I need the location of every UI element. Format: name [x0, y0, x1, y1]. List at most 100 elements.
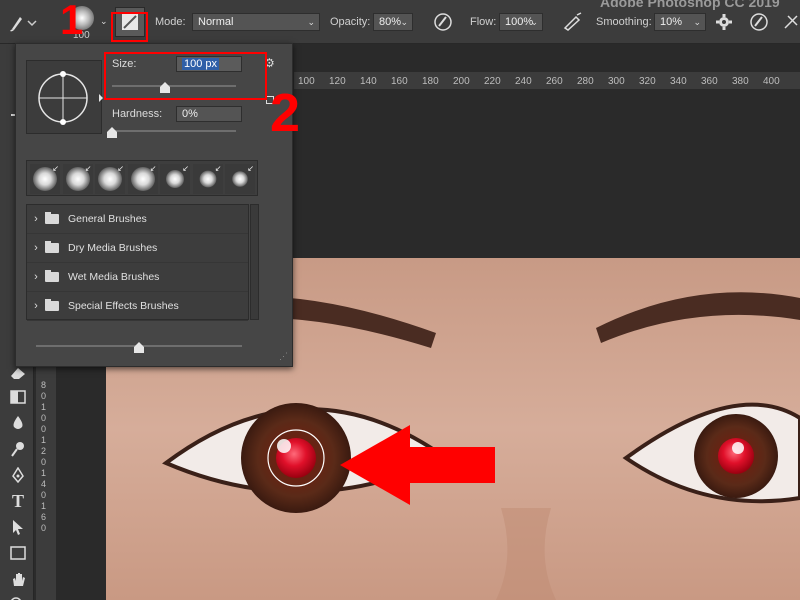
pressure-arrow-icon: ↙ [149, 164, 157, 173]
pressure-arrow-icon: ↙ [214, 164, 222, 173]
gear-icon[interactable] [713, 11, 735, 33]
ruler-tick-label: 240 [515, 76, 532, 87]
gradient-tool-icon[interactable] [7, 386, 29, 408]
smoothing-field[interactable]: 10% ⌄ [654, 13, 706, 31]
ruler-horizontal: 100 120 140 160 180 200 220 240 260 280 300 320 340 3… [294, 72, 800, 90]
flow-field[interactable]: 100% ⌄ [499, 13, 543, 31]
step-2-label: 2 [270, 83, 301, 143]
ruler-tick-label: 0 [41, 490, 47, 500]
ruler-tick-label: 0 [41, 413, 47, 423]
chevron-right-icon[interactable]: › [27, 242, 45, 254]
folder-icon [45, 299, 59, 311]
hand-tool-icon[interactable] [7, 568, 29, 590]
brush-preset-thumb[interactable]: ↙ [95, 164, 125, 194]
soft-round-brush-icon [199, 170, 216, 188]
opacity-field[interactable]: 80% ⌄ [373, 13, 413, 31]
zoom-tool-icon[interactable] [7, 594, 29, 600]
folders-scrollbar[interactable] [250, 204, 259, 320]
ruler-tick-label: 0 [41, 391, 47, 401]
ruler-tick-label: 0 [41, 457, 47, 467]
brush-preset-thumb[interactable]: ↙ [225, 164, 255, 194]
type-tool-icon[interactable]: T [7, 490, 29, 512]
pressure-arrow-icon: ↙ [84, 164, 92, 173]
ruler-tick-label: 160 [391, 76, 408, 87]
opacity-label: Opacity: [330, 16, 371, 28]
brush-folder-item[interactable]: › Dry Media Brushes [27, 234, 248, 263]
brush-folders-list: › General Brushes › Dry Media Brushes › Wet M… [26, 204, 249, 321]
highlight-brush-settings [111, 12, 148, 42]
chevron-down-icon: ⌄ [400, 17, 408, 27]
pen-tool-icon[interactable] [7, 464, 29, 486]
ruler-tick-label: 1 [41, 435, 47, 445]
chevron-right-icon[interactable]: › [27, 271, 45, 283]
ruler-tick-label: 8 [41, 380, 47, 390]
path-selection-tool-icon[interactable] [7, 516, 29, 538]
brush-tool-icon[interactable] [8, 0, 38, 44]
folder-label: Dry Media Brushes [68, 242, 158, 254]
ruler-tick-label: 320 [639, 76, 656, 87]
chevron-down-icon: ⌄ [307, 17, 315, 27]
ruler-tick-label: 220 [484, 76, 501, 87]
ruler-tick-label: 1 [41, 501, 47, 511]
brush-preset-thumb[interactable]: ↙ [192, 164, 223, 194]
brush-angle-preview[interactable] [26, 60, 103, 134]
ruler-tick-label: 280 [577, 76, 594, 87]
folder-label: General Brushes [68, 213, 147, 225]
ruler-tick-label: 380 [732, 76, 749, 87]
brush-preset-thumb[interactable]: ↙ [127, 164, 158, 194]
ruler-tick-label: 120 [329, 76, 346, 87]
soft-round-brush-icon [232, 171, 248, 187]
chevron-down-icon: ⌄ [693, 17, 701, 27]
chevron-down-icon: ⌄ [100, 16, 108, 26]
flow-label: Flow: [470, 16, 497, 28]
chevron-down-icon: ⌄ [530, 17, 538, 27]
blur-tool-icon[interactable] [7, 412, 29, 434]
ruler-tick-label: 400 [763, 76, 780, 87]
mode-value: Normal [198, 16, 234, 28]
flow-value: 100% [505, 16, 534, 28]
mode-select[interactable]: Normal ⌄ [192, 13, 320, 31]
pressure-opacity-icon[interactable] [432, 11, 454, 33]
brush-preset-thumb[interactable]: ↙ [62, 164, 93, 194]
ruler-tick-label: 100 [298, 76, 315, 87]
pressure-arrow-icon: ↙ [52, 164, 59, 173]
ruler-tick-label: 2 [41, 446, 47, 456]
step-1-label: 1 [60, 0, 84, 43]
smoothing-label: Smoothing: [596, 16, 652, 28]
ruler-tick-label: 340 [670, 76, 687, 87]
mode-label: Mode: [155, 16, 186, 28]
ruler-tick-label: 1 [41, 402, 47, 412]
brush-preset-thumb[interactable]: ↙ [30, 164, 60, 194]
airbrush-icon[interactable] [562, 11, 584, 33]
folder-icon [45, 241, 59, 253]
symmetry-icon[interactable] [780, 11, 800, 33]
dodge-tool-icon[interactable] [7, 438, 29, 460]
soft-round-brush-icon [166, 170, 184, 188]
recent-brushes-strip: ↙ ↙ ↙ ↙ ↙ ↙ ↙ [26, 160, 258, 196]
resize-grip-icon[interactable]: ⋰ [279, 351, 288, 362]
pressure-arrow-icon: ↙ [182, 164, 189, 173]
ruler-tick-label: 180 [422, 76, 439, 87]
rectangle-tool-icon[interactable] [7, 542, 29, 564]
brush-preset-thumb[interactable]: ↙ [160, 164, 190, 194]
hardness-slider-track[interactable] [112, 130, 236, 132]
hardness-field[interactable]: 0% [176, 106, 242, 122]
brush-folder-item[interactable]: › Special Effects Brushes [27, 292, 248, 321]
red-arrow-annotation [340, 425, 495, 505]
chevron-right-icon[interactable]: › [27, 213, 45, 225]
brush-folder-item[interactable]: › General Brushes [27, 205, 248, 234]
highlight-size-setting [104, 52, 267, 100]
ruler-tick-label: 0 [41, 424, 47, 434]
folder-icon [45, 270, 59, 282]
ruler-tick-label: 4 [41, 479, 47, 489]
ruler-tick-label: 0 [41, 523, 47, 533]
brush-folder-item[interactable]: › Wet Media Brushes [27, 263, 248, 292]
hardness-value: 0% [182, 108, 198, 120]
ruler-tick-label: 200 [453, 76, 470, 87]
folder-label: Wet Media Brushes [68, 271, 160, 283]
pressure-arrow-icon: ↙ [117, 164, 124, 173]
ruler-tick-label: 260 [546, 76, 563, 87]
ruler-tick-label: 1 [41, 468, 47, 478]
pressure-size-icon[interactable] [748, 11, 770, 33]
chevron-right-icon[interactable]: › [27, 300, 45, 312]
